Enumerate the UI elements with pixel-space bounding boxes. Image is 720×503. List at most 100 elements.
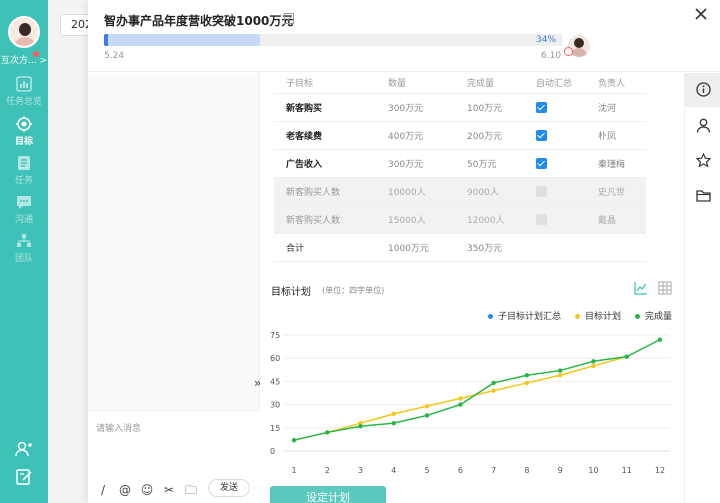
subgoal-name: 广告收入 <box>274 149 376 178</box>
x-tick-label: 6 <box>458 466 463 475</box>
legend-item[interactable]: 子目标计划汇总 <box>487 309 561 322</box>
sidebar-item-goals[interactable]: 目标 <box>0 116 48 147</box>
command-icon[interactable]: / <box>96 483 110 497</box>
start-date: 5.24 <box>104 51 125 61</box>
subgoal-quantity: 400万元 <box>376 121 455 150</box>
total-label: 合计 <box>274 233 376 262</box>
user-name[interactable]: 互次方... > <box>0 53 48 66</box>
legend-item[interactable]: 完成量 <box>634 309 672 322</box>
send-button[interactable]: 发送 <box>208 479 250 497</box>
x-tick-label: 12 <box>655 466 665 475</box>
table-row[interactable]: 老客续费 400万元 200万元 朴凤 <box>274 121 646 150</box>
auto-sum-cell <box>524 149 586 178</box>
auto-sum-checkbox[interactable] <box>536 101 547 113</box>
x-tick-label: 9 <box>558 466 563 475</box>
mention-icon[interactable]: @ <box>118 483 132 497</box>
data-point <box>325 430 330 435</box>
y-tick-label: 45 <box>270 377 280 386</box>
data-point <box>524 380 530 386</box>
files-tab[interactable] <box>685 179 720 213</box>
subgoal-quantity: 300万元 <box>376 93 455 122</box>
subgoal-quantity: 15000人 <box>376 205 455 234</box>
end-date: 6.10 <box>541 51 562 61</box>
user-icon <box>696 118 711 133</box>
line-chart-icon[interactable] <box>634 281 648 295</box>
subgoal-owner: 戴晶 <box>586 205 646 234</box>
star-icon <box>696 153 711 168</box>
x-tick-label: 8 <box>524 466 529 475</box>
subgoal-done: 12000人 <box>455 205 524 234</box>
data-point <box>458 396 463 401</box>
x-tick-label: 2 <box>325 466 330 475</box>
plan-unit: (单位：四字单位) <box>322 286 385 295</box>
info-icon <box>696 82 711 97</box>
data-point <box>391 420 397 426</box>
chat-input-area[interactable]: 请输入消息 / @ ☺ ✂ 🗀 发送 <box>88 410 260 503</box>
legend-item[interactable]: 目标计划 <box>574 309 621 322</box>
sidebar-item-chat[interactable]: 沟通 <box>0 194 48 225</box>
app-sidebar: 互次方... > 任务总览 目标 任务 沟通 团队 <box>0 0 48 503</box>
progress-bar: 34% <box>104 34 562 46</box>
user-avatar[interactable] <box>8 16 40 48</box>
data-point <box>424 403 430 409</box>
auto-sum-cell <box>524 93 586 122</box>
subgoal-name: 新客购买 <box>274 93 376 122</box>
col-header: 自动汇总 <box>524 73 586 94</box>
subgoal-name: 老客续费 <box>274 121 376 150</box>
sidebar-item-tasks[interactable]: 任务 <box>0 155 48 186</box>
x-tick-label: 1 <box>291 466 296 475</box>
auto-sum-checkbox[interactable] <box>536 157 547 169</box>
x-tick-label: 4 <box>391 466 396 475</box>
subgoal-done: 50万元 <box>455 149 524 178</box>
goal-title: 智办事产品年度营收突破1000万元 <box>104 14 294 28</box>
plan-line-chart: 015304560751 2 3 4 5 6 7 8 9 10 11 12 <box>270 331 670 475</box>
data-point <box>491 388 496 393</box>
x-tick-label: 3 <box>358 466 363 475</box>
table-row[interactable]: 广告收入 300万元 50万元 秦瑾梅 <box>274 149 646 178</box>
subgoal-done: 9000人 <box>455 177 524 206</box>
sidebar-item-overview[interactable]: 任务总览 <box>0 76 48 107</box>
table-header: 子目标 数量 完成量 自动汇总 负责人 <box>274 73 646 94</box>
auto-sum-checkbox[interactable] <box>536 129 547 141</box>
auto-sum-checkbox <box>536 213 547 225</box>
chat-column: » 请输入消息 / @ ☺ ✂ 🗀 发送 <box>88 73 261 503</box>
target-icon <box>16 116 32 132</box>
col-header: 数量 <box>376 73 455 94</box>
data-point <box>557 373 563 378</box>
auto-sum-checkbox <box>536 185 547 197</box>
edit-note-icon[interactable] <box>15 468 33 486</box>
data-point <box>424 413 430 418</box>
sidebar-item-team[interactable]: 团队 <box>0 233 48 264</box>
emoji-icon[interactable]: ☺ <box>140 483 154 497</box>
set-plan-button[interactable]: 设定计划 <box>270 486 386 503</box>
x-tick-label: 11 <box>622 466 632 475</box>
data-point <box>291 437 297 443</box>
auto-sum-cell <box>524 177 586 206</box>
members-tab[interactable] <box>685 109 720 143</box>
data-point <box>524 373 530 378</box>
data-point <box>557 368 563 373</box>
y-tick-label: 0 <box>270 447 275 456</box>
subgoal-table: 子目标 数量 完成量 自动汇总 负责人 新客购买 300万元 100万元 沈河 老客续费… <box>274 73 646 262</box>
add-user-icon[interactable] <box>15 440 33 458</box>
chat-input[interactable]: 请输入消息 <box>96 421 141 434</box>
edit-icon[interactable] <box>284 13 295 24</box>
scissors-icon[interactable]: ✂ <box>162 483 176 497</box>
subgoal-quantity: 300万元 <box>376 149 455 178</box>
info-tab[interactable] <box>685 73 720 107</box>
progress-percent: 34% <box>535 35 556 45</box>
table-row[interactable]: 新客购买 300万元 100万元 沈河 <box>274 93 646 122</box>
goal-detail-panel: 智办事产品年度营收突破1000万元 34% 5.24 6.10 ◦ » 请输入消… <box>88 0 720 503</box>
sidebar-item-label: 任务总览 <box>5 97 42 107</box>
subgoal-name: 新客购买人数 <box>274 205 376 234</box>
table-view-icon[interactable] <box>658 281 672 295</box>
data-point <box>591 363 596 369</box>
plan-title: 目标计划 <box>271 287 311 298</box>
favorite-tab[interactable] <box>685 144 720 178</box>
progress-fill <box>104 34 260 46</box>
subgoal-owner: 史凡世 <box>586 177 646 206</box>
folder-icon[interactable]: 🗀 <box>184 483 198 497</box>
table-row[interactable]: 新客购买人数 10000人 9000人 史凡世 <box>274 177 646 206</box>
table-row[interactable]: 新客购买人数 15000人 12000人 戴晶 <box>274 205 646 234</box>
close-icon[interactable] <box>693 6 709 22</box>
